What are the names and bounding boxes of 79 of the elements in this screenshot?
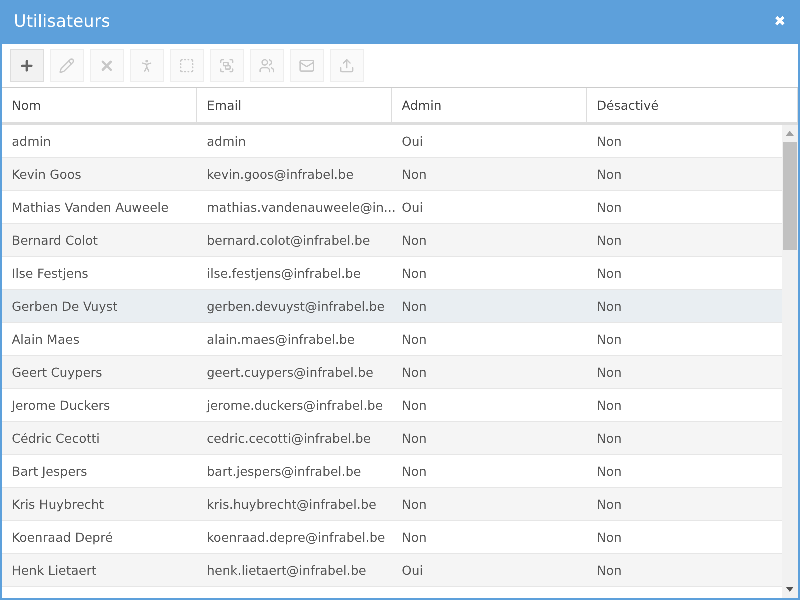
plus-icon	[19, 58, 35, 74]
table-cell-text: Non	[596, 166, 623, 184]
mail-icon	[299, 58, 315, 74]
table-cell-text: admin	[206, 132, 248, 150]
scroll-down-icon[interactable]	[786, 587, 794, 592]
table-cell-text: Gerben De Vuyst	[11, 298, 119, 316]
table-cell-text: ilse.festjens@infrabel.be	[206, 264, 362, 283]
table-cell-text: Non	[596, 562, 623, 580]
table-cell-text: kevin.goos@infrabel.be	[206, 166, 355, 184]
table-cell-text: Non	[401, 528, 428, 546]
window-title: Utilisateurs	[14, 12, 110, 32]
table-cell-text: Non	[401, 364, 428, 382]
column-header[interactable]: Nom	[2, 88, 197, 122]
table-cell-text: koenraad.depre@infrabel.be	[206, 528, 386, 547]
table-cell-text: Non	[596, 430, 623, 448]
scrollbar[interactable]	[782, 125, 798, 598]
table-cell-text: Non	[401, 264, 428, 282]
table-cell-text: Oui	[401, 198, 424, 216]
table-cell-text: Non	[401, 396, 428, 414]
table-cell-text: Koenraad Depré	[11, 528, 114, 547]
table-row[interactable]: Henk Lietaert henk.lietaert@infrabel.be Oui Non	[2, 554, 782, 587]
table-cell-text: Non	[596, 132, 623, 150]
table-row[interactable]: Bernard Colot bernard.colot@infrabel.be Non Non	[2, 224, 782, 257]
table-cell-text: Non	[401, 430, 428, 448]
table-cell-text: Jerome Duckers	[10, 396, 112, 414]
table-cell-text: Kevin Goos	[11, 166, 83, 184]
column-header[interactable]: Email	[197, 88, 392, 122]
table-cell-text: Oui	[401, 132, 424, 150]
table-cell-text: Geert Cuypers	[11, 364, 104, 382]
table-cell-text: Non	[596, 462, 623, 480]
table-cell-text: Bart Jespers	[11, 462, 88, 481]
table-cell-text: bart.jespers@infrabel.be	[206, 462, 362, 481]
table-cell-text: Mathias Vanden Auweele	[11, 198, 170, 216]
table-row[interactable]: Kris Huybrecht kris.huybrecht@infrabel.be Non Non	[2, 488, 782, 521]
table-cell-text: Non	[401, 166, 428, 184]
table-cell-text: Alain Maes	[11, 330, 81, 348]
table-cell-text: alain.maes@infrabel.be	[206, 330, 356, 348]
table-cell-text: admin	[11, 132, 52, 150]
table-cell-text: Non	[596, 330, 623, 348]
table-cell-text: Bernard Colot	[11, 232, 99, 250]
table-row[interactable]: Geert Cuypers geert.cuypers@infrabel.be Non Non	[2, 356, 782, 389]
table-cell-text: Non	[596, 528, 623, 546]
table-cell-text: cedric.cecotti@infrabel.be	[206, 430, 372, 448]
users-icon	[259, 58, 275, 74]
pencil-icon	[59, 58, 75, 74]
table-cell-text: Non	[596, 298, 623, 316]
add-button[interactable]	[10, 49, 44, 82]
table-cell-text: gerben.devuyst@infrabel.be	[206, 298, 386, 316]
table-row[interactable]: Gerben De Vuyst gerben.devuyst@infrabel.be Non Non	[2, 290, 782, 323]
table-cell-text: Non	[596, 232, 623, 250]
table-cell-text: Non	[596, 264, 623, 282]
scroll-up-icon[interactable]	[786, 131, 794, 136]
table-cell-text: jerome.duckers@infrabel.be	[206, 396, 384, 415]
table-cell-text: Non	[596, 396, 623, 414]
scroll-thumb[interactable]	[783, 142, 797, 250]
table-row[interactable]: Cédric Cecotti cedric.cecotti@infrabel.be Non Non	[2, 422, 782, 455]
table-cell-text: Non	[401, 330, 428, 348]
table-cell-text: Cédric Cecotti	[11, 430, 102, 448]
table-cell-text: bernard.colot@infrabel.be	[206, 232, 372, 250]
table-cell-text: Non	[401, 462, 428, 480]
table-cell-text: geert.cuypers@infrabel.be	[206, 364, 375, 382]
selection-icon	[179, 58, 195, 74]
table-cell-text: Non	[596, 364, 623, 382]
table-cell-text: Kris Huybrecht	[11, 496, 106, 514]
table-cell-text: Non	[596, 496, 623, 514]
table-cell-text: Non	[401, 232, 428, 250]
table-cell-text: Non	[401, 496, 428, 514]
table-cell-text: kris.huybrecht@infrabel.be	[206, 496, 378, 514]
column-header[interactable]: Admin	[392, 88, 587, 122]
table-cell-text: Non	[401, 298, 428, 316]
table-cell-text: Ilse Festjens	[11, 264, 90, 283]
column-header[interactable]: Désactivé	[587, 88, 798, 122]
table-cell-text: Oui	[401, 562, 424, 580]
table-cell-text: Non	[596, 198, 623, 216]
table-cell-text: Henk Lietaert	[11, 562, 98, 580]
table-cell-text: henk.lietaert@infrabel.be	[206, 562, 368, 580]
table-row[interactable]: Kevin Goos kevin.goos@infrabel.be Non Non	[2, 158, 782, 191]
group-icon	[219, 58, 235, 74]
upload-icon	[339, 58, 355, 74]
